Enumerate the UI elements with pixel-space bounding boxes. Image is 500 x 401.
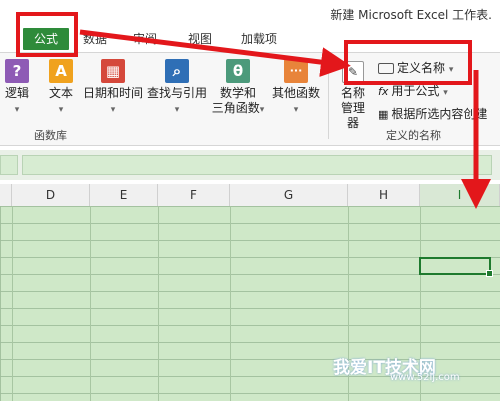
arrow-to-define-name — [79, 29, 351, 78]
watermark-url: www.52ij.com — [390, 372, 460, 383]
annotation-arrows — [79, 29, 491, 209]
